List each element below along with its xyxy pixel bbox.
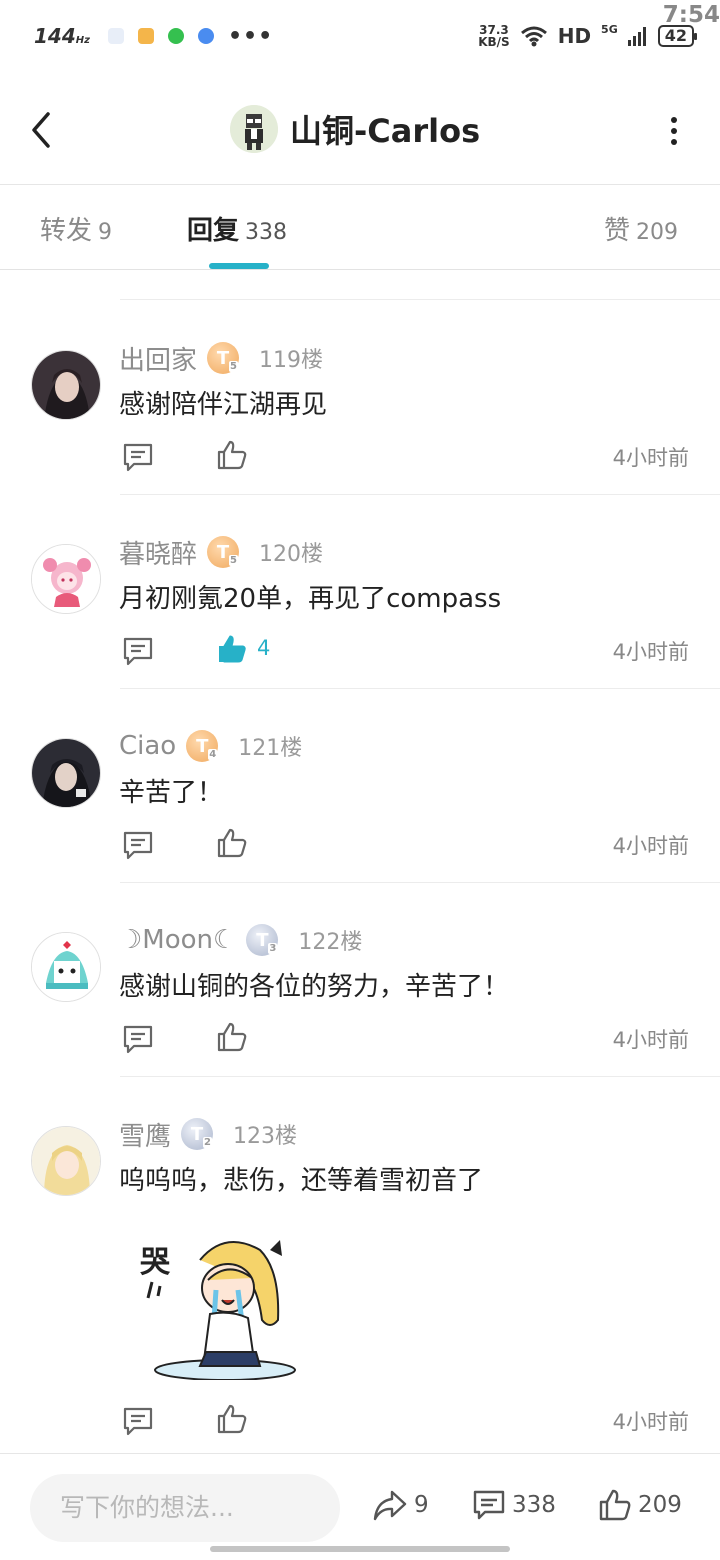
comment-time: 4小时前 [612, 446, 689, 470]
comment-meta: 出回家 T5 119楼 [119, 340, 323, 376]
floor-number: 123楼 [233, 1124, 298, 1149]
level-badge: T5 [207, 536, 240, 568]
qq-notification-icon [107, 28, 124, 44]
bottom-action-bar: 写下你的想法... 9 338 209 [0, 1453, 720, 1560]
reply-icon[interactable] [121, 634, 155, 668]
comment-text: 感谢山铜的各位的努力，辛苦了！ [119, 972, 510, 1002]
username[interactable]: 雪鹰 [119, 1116, 171, 1153]
comment-actions: 4小时前 [119, 1022, 689, 1062]
more-options-button[interactable] [668, 116, 680, 146]
user-avatar[interactable] [31, 544, 101, 614]
reply-icon[interactable] [121, 1404, 155, 1438]
username[interactable]: ☽Moon☾ [119, 925, 236, 955]
comment-time: 4小时前 [612, 640, 689, 664]
comment-time: 4小时前 [612, 834, 689, 858]
comment-meta: Ciao T4 121楼 [119, 728, 302, 764]
comment-meta: ☽Moon☾ T3 122楼 [119, 922, 362, 958]
net-speed: 37.3 KB/S [478, 23, 510, 49]
comment-text: 辛苦了！ [119, 778, 224, 808]
like-icon[interactable] [215, 438, 249, 472]
like-count: 4 [257, 636, 271, 660]
comment-actions: 4小时前 [119, 828, 689, 868]
comment-text: 月初刚氪20单，再见了compass [119, 584, 502, 614]
user-avatar[interactable] [31, 1126, 101, 1196]
username[interactable]: 暮晓醉 [119, 534, 197, 571]
network-type: 5G [601, 22, 618, 36]
like-icon[interactable] [215, 826, 249, 860]
like-total: 209 [638, 1492, 682, 1518]
user-avatar[interactable] [31, 738, 101, 808]
user-avatar[interactable] [31, 350, 101, 420]
crying-sticker-image[interactable]: 哭 [130, 1230, 300, 1381]
reply-list[interactable]: 出回家 T5 119楼 感谢陪伴江湖再见 4小时前 暮晓醉 T 5 120楼 月… [0, 270, 720, 1453]
battery-indicator: 42 [657, 25, 698, 47]
like-icon[interactable] [215, 1020, 249, 1054]
comment-actions: 4小时前 [119, 1404, 689, 1444]
reply-button[interactable]: 338 [472, 1488, 556, 1522]
like-icon[interactable] [215, 1402, 249, 1436]
comment-text: 感谢陪伴江湖再见 [119, 390, 328, 420]
reply-input[interactable]: 写下你的想法... [30, 1474, 340, 1542]
author-avatar[interactable] [230, 105, 278, 153]
status-bar: 7:54 144Hz ••• 37.3 KB/S HD 5G 42 [0, 0, 720, 72]
wechat-notification-icon [167, 28, 184, 44]
post-author[interactable]: 山铜-Carlos [230, 105, 480, 153]
hd-indicator: HD [557, 24, 592, 48]
tab-replies[interactable]: 回复 338 [187, 210, 287, 247]
more-notifications-icon: ••• [227, 23, 274, 49]
reply-icon[interactable] [121, 440, 155, 474]
liked-icon[interactable] [215, 632, 249, 666]
comment-icon [473, 1490, 505, 1520]
share-icon [373, 1490, 407, 1521]
comment-actions: 4 4小时前 [119, 634, 689, 674]
level-badge: T2 [181, 1118, 214, 1150]
comment-time: 4小时前 [612, 1410, 689, 1434]
previous-comment-actions [120, 270, 720, 300]
comment-meta: 雪鹰 T2 123楼 [119, 1116, 297, 1152]
divider [120, 688, 720, 689]
repost-button[interactable]: 9 [372, 1488, 429, 1522]
like-button[interactable]: 209 [598, 1488, 682, 1522]
reply-count: 338 [512, 1492, 556, 1518]
top-navigation-bar: 山铜-Carlos [0, 72, 720, 185]
level-badge: T5 [207, 342, 240, 374]
username[interactable]: 出回家 [119, 340, 197, 377]
floor-number: 119楼 [259, 348, 324, 373]
refresh-rate: 144Hz [34, 24, 90, 48]
app-notification-icon [137, 28, 154, 44]
floor-number: 120楼 [259, 542, 324, 567]
back-button[interactable] [22, 108, 62, 152]
divider [120, 882, 720, 883]
tab-bar: 转发 9 回复 338 赞 209 [0, 186, 720, 270]
divider [120, 1076, 720, 1077]
reply-icon[interactable] [121, 828, 155, 862]
wifi-icon [520, 26, 547, 47]
author-name[interactable]: 山铜-Carlos [290, 106, 480, 152]
divider [120, 494, 720, 495]
user-avatar[interactable] [31, 932, 101, 1002]
notification-icons [107, 28, 214, 44]
repost-count: 9 [414, 1492, 429, 1518]
username[interactable]: Ciao [119, 731, 176, 761]
active-tab-indicator [209, 263, 269, 269]
browser-notification-icon [197, 28, 214, 44]
reply-icon[interactable] [121, 1022, 155, 1056]
comment-text: 呜呜呜，悲伤，还等着雪初音了 [119, 1166, 484, 1196]
tab-likes[interactable]: 赞 209 [604, 210, 678, 247]
comment-time: 4小时前 [612, 1028, 689, 1052]
comment-actions: 4小时前 [119, 440, 689, 480]
floor-number: 121楼 [238, 736, 303, 761]
tab-reposts[interactable]: 转发 9 [40, 210, 112, 247]
floor-number: 122楼 [298, 930, 363, 955]
more-vertical-icon [671, 117, 677, 145]
level-badge: T3 [246, 924, 279, 956]
level-badge: T4 [186, 730, 219, 762]
svg-text:哭: 哭 [140, 1245, 171, 1280]
chevron-left-icon [32, 112, 50, 148]
thumbs-up-icon [599, 1489, 631, 1521]
comment-meta: 暮晓醉 T5 120楼 [119, 534, 323, 570]
home-indicator[interactable] [210, 1546, 510, 1552]
signal-icon [627, 27, 646, 46]
